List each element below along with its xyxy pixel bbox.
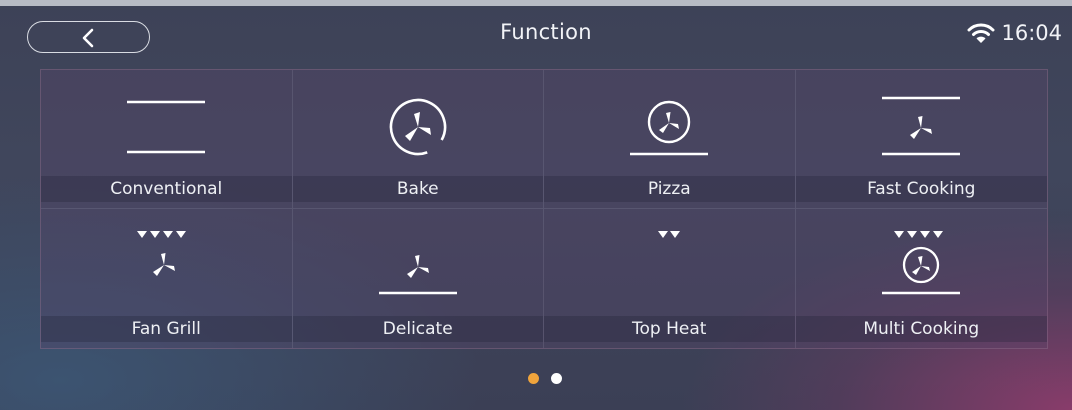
top-edge-bar <box>0 0 1072 6</box>
page-dot-2[interactable] <box>551 373 562 384</box>
clock-time: 16:04 <box>1001 21 1062 45</box>
chevron-left-icon <box>82 28 94 48</box>
status-area: 16:04 <box>967 21 1062 45</box>
oven-function-screen: Function 16:04 Conventional Bake Pizza F… <box>0 0 1072 410</box>
fan-top-bottom-heat-icon <box>882 96 961 156</box>
fan-circle-bottom-heat-icon <box>630 100 709 156</box>
function-label: Conventional <box>41 176 292 202</box>
function-tile-bake[interactable]: Bake <box>292 70 544 209</box>
function-label: Bake <box>292 176 543 202</box>
function-label: Pizza <box>544 176 795 202</box>
function-label: Delicate <box>292 316 543 342</box>
function-grid: Conventional Bake Pizza Fast Cooking Fan… <box>40 69 1048 349</box>
function-tile-fast-cooking[interactable]: Fast Cooking <box>795 70 1047 209</box>
function-label: Fast Cooking <box>795 176 1047 202</box>
function-tile-top-heat[interactable]: Top Heat <box>544 209 796 348</box>
function-tile-delicate[interactable]: Delicate <box>292 209 544 348</box>
function-tile-conventional[interactable]: Conventional <box>41 70 293 209</box>
function-label: Multi Cooking <box>795 316 1047 342</box>
function-tile-fan-grill[interactable]: Fan Grill <box>41 209 293 348</box>
grill-fan-icon <box>137 231 187 276</box>
grill-fan-circle-bottom-icon <box>882 231 961 295</box>
wifi-icon <box>967 23 995 43</box>
function-tile-pizza[interactable]: Pizza <box>544 70 796 209</box>
page-title: Function <box>500 20 592 44</box>
conventional-heat-icon <box>127 100 206 154</box>
page-indicator <box>528 373 562 384</box>
page-dot-1[interactable] <box>528 373 539 384</box>
function-label: Fan Grill <box>41 316 292 342</box>
back-button[interactable] <box>27 21 150 53</box>
function-tile-multi-cooking[interactable]: Multi Cooking <box>795 209 1047 348</box>
fan-bottom-heat-icon <box>378 255 457 295</box>
fan-circle-icon <box>389 98 447 156</box>
function-label: Top Heat <box>544 316 795 342</box>
top-heat-icon <box>658 231 681 238</box>
